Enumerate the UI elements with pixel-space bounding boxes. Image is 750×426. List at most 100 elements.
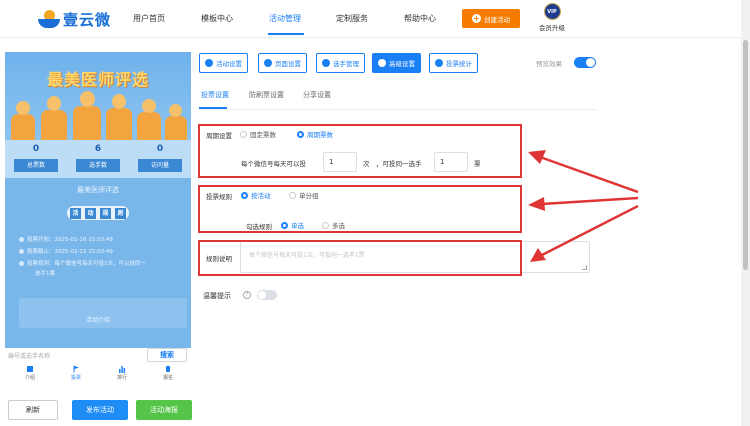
- rule-description-label: 规则说明: [206, 255, 232, 263]
- rule-detail-cont: 选手1票: [35, 271, 55, 277]
- tab-intro[interactable]: 介绍: [15, 365, 45, 381]
- subtab-active-indicator: [199, 107, 227, 109]
- banner-title: 最美医师评选: [46, 70, 149, 89]
- settings-subtabs: 投票设置 防刷票设置 分享设置: [199, 88, 597, 110]
- tab-ranking[interactable]: 排行: [107, 365, 137, 381]
- advanced-settings-button[interactable]: 高级设置: [372, 53, 421, 73]
- check-rule-label: 勾选规则: [246, 223, 272, 231]
- rules-heading: 活 动 规 则: [67, 206, 129, 220]
- daily-limit-text: 每个微信号每天可以投: [241, 160, 306, 168]
- period-label: 周期设置: [206, 132, 232, 140]
- page-settings-button[interactable]: 页面设置: [258, 53, 307, 73]
- chart-icon: [435, 59, 443, 67]
- rules-char: 则: [115, 207, 126, 219]
- page-scrollbar[interactable]: [741, 0, 750, 426]
- gear-icon: [205, 59, 213, 67]
- preview-search-button[interactable]: 搜索: [147, 348, 187, 362]
- doctor-figure: [165, 116, 187, 140]
- period-fixed-radio[interactable]: 固定票数: [240, 129, 276, 139]
- check-single-radio[interactable]: 单选: [281, 220, 304, 230]
- brand-name: 壹云微: [63, 10, 112, 29]
- vip-upgrade-label: 会员升级: [539, 24, 565, 32]
- period-cycle-radio[interactable]: 周期票数: [297, 129, 333, 139]
- rules-char: 规: [100, 207, 111, 219]
- same-contestant-votes-input[interactable]: 1: [434, 152, 468, 172]
- rules-char: 活: [70, 207, 81, 219]
- doctor-figure: [73, 106, 101, 140]
- tab-signup[interactable]: 报名: [153, 365, 183, 381]
- tab-share-settings[interactable]: 分享设置: [303, 90, 331, 100]
- visits-label: 访问量: [138, 159, 182, 172]
- daily-votes-input[interactable]: 1: [323, 152, 357, 172]
- nav-activity-management[interactable]: 活动管理: [269, 13, 301, 24]
- arrow-to-rule: [541, 196, 639, 206]
- nav-help[interactable]: 帮助中心: [404, 13, 436, 24]
- tip-label: 温馨提示: [203, 292, 231, 300]
- search-placeholder: 编号或选手名称: [8, 353, 51, 360]
- rule-end: 投票截止：2025-01-22 15:03:49: [19, 248, 113, 257]
- preview-banner: 最美医师评选: [5, 52, 191, 140]
- unit-votes: 票: [474, 160, 481, 168]
- vip-badge-icon: VIP: [543, 3, 561, 20]
- contestants-value: 6: [94, 144, 102, 154]
- arrow-to-period: [539, 155, 639, 194]
- doctor-figure: [11, 114, 35, 140]
- tab-vote[interactable]: 投票: [61, 365, 91, 381]
- check-multiple-radio[interactable]: 多选: [322, 220, 345, 230]
- unit-times: 次: [363, 160, 370, 168]
- hand-icon: [166, 366, 170, 372]
- clock-icon: [19, 237, 24, 242]
- preview-tabbar: 介绍 投票 排行 报名: [5, 364, 191, 386]
- sliders-icon: [378, 59, 386, 67]
- poster-button[interactable]: 活动海报: [136, 400, 192, 420]
- refresh-button[interactable]: 刷新: [8, 400, 58, 420]
- activity-intro-label: 活动介绍: [85, 317, 110, 324]
- contestant-management-button[interactable]: 选手管理: [316, 53, 365, 73]
- total-votes-label: 总票数: [14, 159, 58, 172]
- contestants-label: 选手数: [76, 159, 120, 172]
- arrow-to-description: [541, 204, 639, 257]
- list-icon: [27, 366, 33, 372]
- scrollbar-thumb[interactable]: [743, 40, 748, 270]
- create-activity-button[interactable]: + 创建活动: [462, 9, 520, 28]
- mobile-preview: 最美医师评选 0 6 0 总票数 选手数 访问量 最美医师评选 活 动 规 则 …: [5, 52, 191, 364]
- nav-custom-service[interactable]: 定制服务: [336, 13, 368, 24]
- activity-settings-button[interactable]: 活动设置: [199, 53, 248, 73]
- visits-value: 0: [156, 144, 164, 154]
- vote-statistics-button[interactable]: 投票统计: [429, 53, 478, 73]
- nav-active-indicator: [268, 33, 304, 35]
- vip-upgrade[interactable]: VIP 会员升级: [534, 3, 570, 32]
- nav-home[interactable]: 用户首页: [133, 13, 165, 24]
- preview-subtitle: 最美医师评选: [77, 186, 119, 194]
- gear-icon: [264, 59, 272, 67]
- rule-start: 投票开始：2025-01-16 15:03:49: [19, 236, 113, 245]
- annotation-arrows: [528, 150, 639, 262]
- info-icon: [19, 261, 24, 266]
- same-contestant-text: ，可投同一选手: [376, 160, 422, 168]
- preview-toggle[interactable]: [574, 57, 596, 68]
- tab-anti-fraud[interactable]: 防刷票设置: [249, 90, 284, 100]
- publish-button[interactable]: 发布活动: [72, 400, 128, 420]
- rule-single-group-radio[interactable]: 单分组: [289, 190, 319, 200]
- brand-logo[interactable]: 壹云微: [38, 8, 111, 30]
- rule-detail: 投票规则：每个微信号每天可投1次，可以投同一: [19, 260, 146, 269]
- bar-chart-icon: [119, 366, 126, 373]
- tab-vote-settings[interactable]: 投票设置: [201, 90, 229, 100]
- users-icon: [322, 59, 330, 67]
- doctor-figure: [137, 112, 161, 140]
- doctor-figure: [106, 108, 132, 140]
- logo-icon: [38, 10, 60, 28]
- stats-panel: 0 6 0 总票数 选手数 访问量: [5, 140, 191, 178]
- rules-char: 动: [85, 207, 96, 219]
- clock-icon: [19, 249, 24, 254]
- description-highlight-box: [198, 240, 522, 276]
- nav-templates[interactable]: 模板中心: [201, 13, 233, 24]
- flag-icon: [73, 365, 79, 373]
- doctor-figure: [41, 110, 67, 140]
- rule-by-activity-radio[interactable]: 按活动: [241, 190, 271, 200]
- preview-effect-label: 预览效果: [536, 60, 562, 68]
- create-activity-label: 创建活动: [484, 15, 510, 24]
- tip-toggle[interactable]: [257, 290, 277, 300]
- help-icon[interactable]: ?: [243, 291, 251, 299]
- top-navbar: [0, 0, 750, 38]
